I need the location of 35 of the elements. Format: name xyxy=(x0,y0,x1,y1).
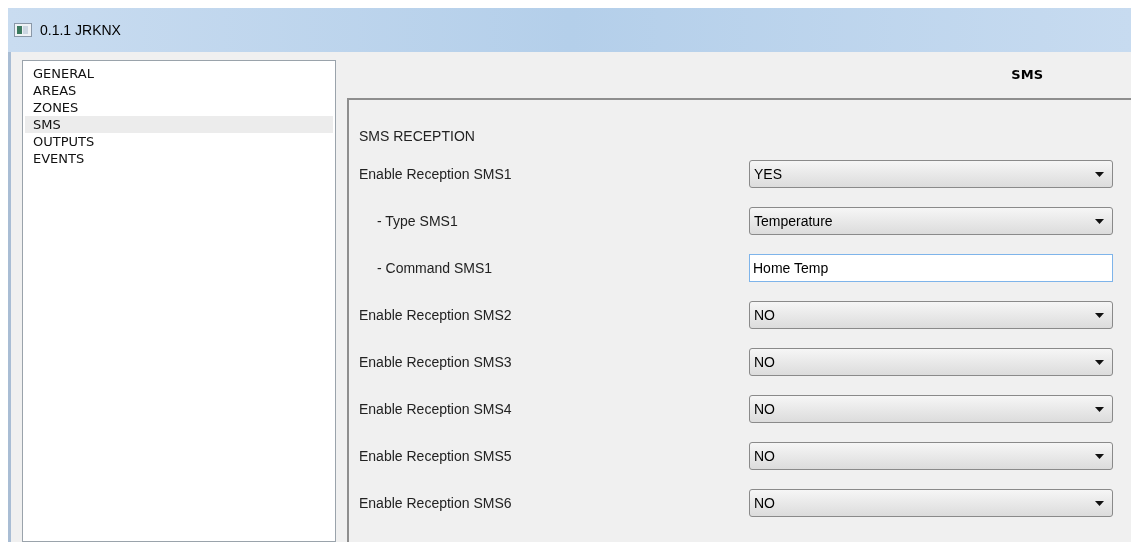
caret-icon xyxy=(1095,312,1104,318)
dropdown-value: NO xyxy=(754,399,775,419)
field-label: - Command SMS1 xyxy=(376,258,494,278)
caret-icon xyxy=(1095,171,1104,177)
field-label: - Type SMS1 xyxy=(376,211,459,231)
sidebar-item[interactable]: SMS xyxy=(25,116,333,133)
caret-icon xyxy=(1095,406,1104,412)
caret-icon xyxy=(1095,453,1104,459)
field-label: Enable Reception SMS5 xyxy=(359,446,513,466)
dropdown[interactable]: NO xyxy=(749,489,1113,517)
dropdown-value: Temperature xyxy=(754,211,833,231)
caret-icon xyxy=(1095,500,1104,506)
field-label: Enable Reception SMS3 xyxy=(359,352,513,372)
window-title: 0.1.1 JRKNX xyxy=(40,20,121,40)
field-label: Enable Reception SMS4 xyxy=(359,399,513,419)
section-heading: SMS RECEPTION xyxy=(359,127,476,146)
dropdown-value: NO xyxy=(754,305,775,325)
field-label: Enable Reception SMS1 xyxy=(359,164,513,184)
dropdown[interactable]: NO xyxy=(749,395,1113,423)
dropdown[interactable]: NO xyxy=(749,348,1113,376)
dropdown[interactable]: NO xyxy=(749,442,1113,470)
dropdown[interactable]: Temperature xyxy=(749,207,1113,235)
dropdown-value: NO xyxy=(754,352,775,372)
dropdown-value: NO xyxy=(754,493,775,513)
field-label: Enable Reception SMS6 xyxy=(359,493,513,513)
dropdown-value: NO xyxy=(754,446,775,466)
panel-title: SMS xyxy=(1011,66,1043,85)
dropdown-value: YES xyxy=(754,164,782,184)
input-field[interactable]: Home Temp xyxy=(749,254,1113,282)
caret-icon xyxy=(1095,218,1104,224)
caret-icon xyxy=(1095,359,1104,365)
dropdown[interactable]: NO xyxy=(749,301,1113,329)
app-icon xyxy=(14,23,32,37)
dropdown[interactable]: YES xyxy=(749,160,1113,188)
field-label: Enable Reception SMS2 xyxy=(359,305,513,325)
